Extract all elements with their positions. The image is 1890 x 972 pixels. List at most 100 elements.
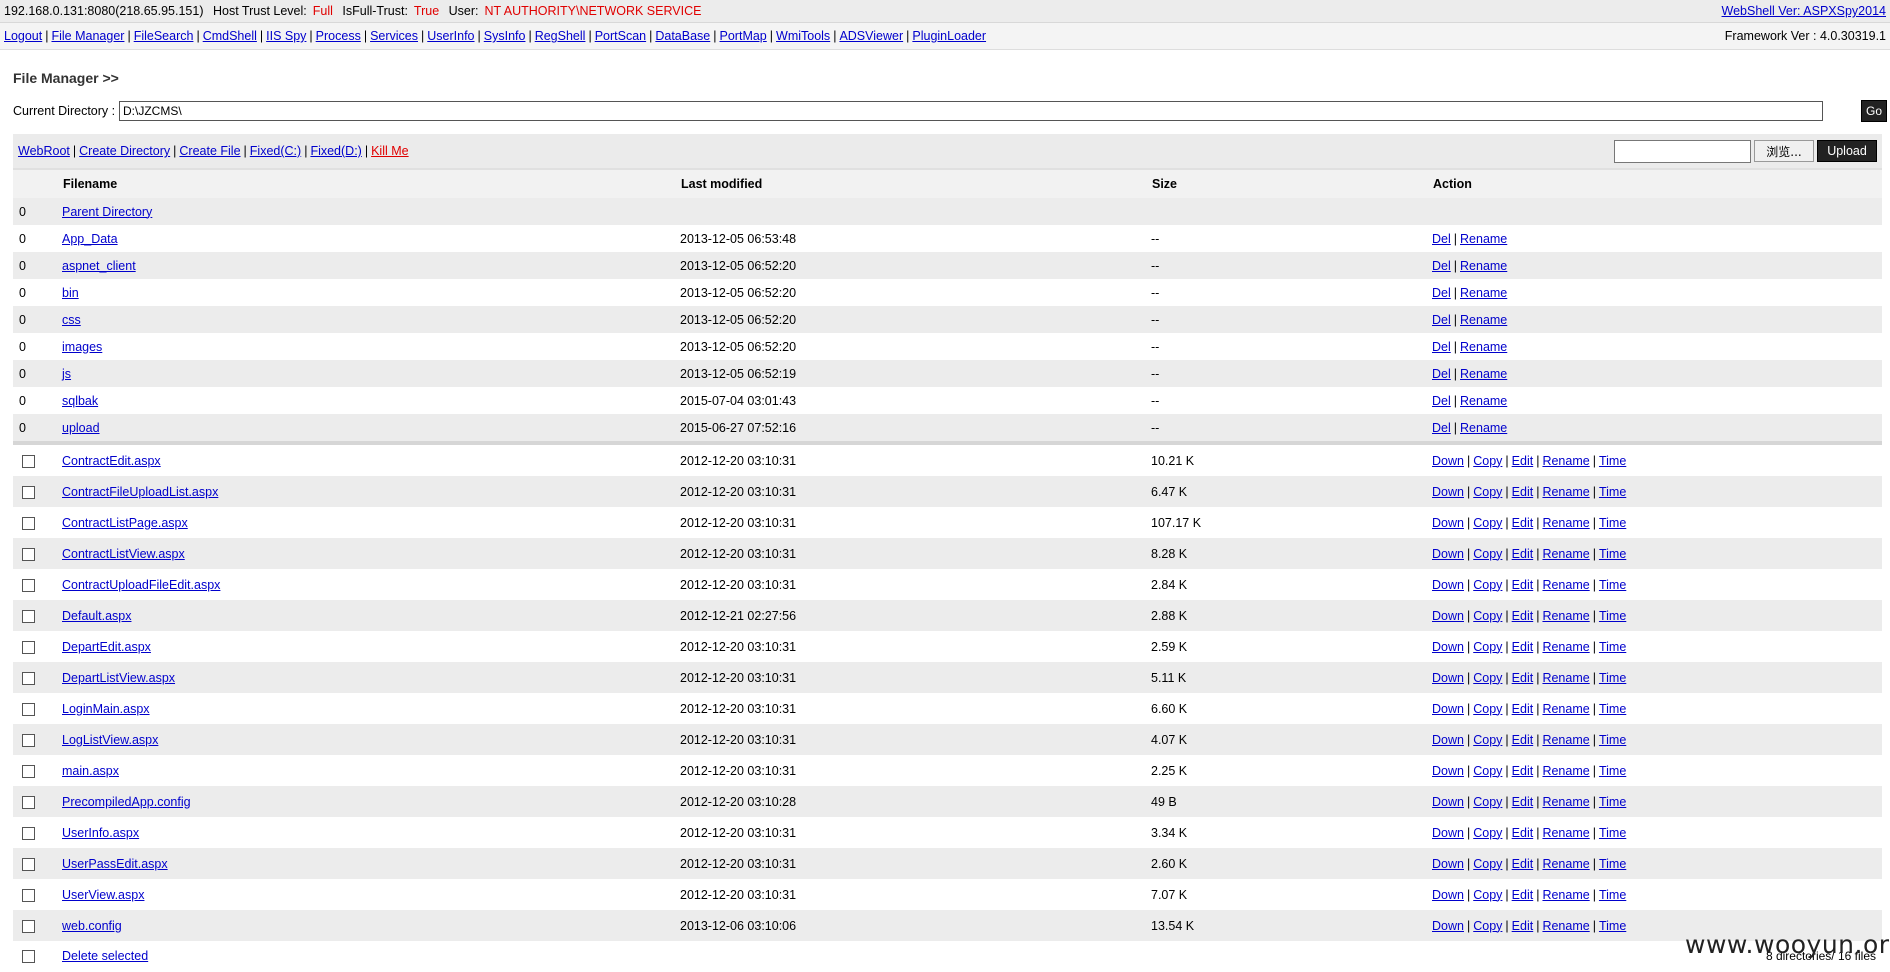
file-action-time[interactable]: Time [1599, 764, 1626, 778]
file-link[interactable]: DepartListView.aspx [62, 671, 175, 685]
file-checkbox[interactable] [22, 454, 35, 468]
file-link[interactable]: ContractListView.aspx [62, 547, 185, 561]
file-action-edit[interactable]: Edit [1512, 578, 1534, 592]
directory-link[interactable]: upload [62, 421, 100, 435]
dir-action-rename[interactable]: Rename [1460, 232, 1507, 246]
file-action-copy[interactable]: Copy [1473, 888, 1502, 902]
file-action-rename[interactable]: Rename [1542, 826, 1589, 840]
file-link[interactable]: LogListView.aspx [62, 733, 158, 747]
dir-action-rename[interactable]: Rename [1460, 340, 1507, 354]
file-action-down[interactable]: Down [1432, 795, 1464, 809]
file-action-copy[interactable]: Copy [1473, 578, 1502, 592]
file-action-edit[interactable]: Edit [1512, 733, 1534, 747]
file-action-down[interactable]: Down [1432, 547, 1464, 561]
file-link[interactable]: main.aspx [62, 764, 119, 778]
file-action-copy[interactable]: Copy [1473, 547, 1502, 561]
directory-link[interactable]: images [62, 340, 102, 354]
directory-link[interactable]: js [62, 367, 71, 381]
file-action-rename[interactable]: Rename [1542, 702, 1589, 716]
file-action-copy[interactable]: Copy [1473, 609, 1502, 623]
file-action-down[interactable]: Down [1432, 919, 1464, 933]
dir-action-del[interactable]: Del [1432, 421, 1451, 435]
file-action-copy[interactable]: Copy [1473, 764, 1502, 778]
file-link[interactable]: LoginMain.aspx [62, 702, 150, 716]
file-action-edit[interactable]: Edit [1512, 609, 1534, 623]
dir-action-del[interactable]: Del [1432, 232, 1451, 246]
file-link[interactable]: UserInfo.aspx [62, 826, 139, 840]
file-action-copy[interactable]: Copy [1473, 516, 1502, 530]
dir-action-del[interactable]: Del [1432, 340, 1451, 354]
dir-action-rename[interactable]: Rename [1460, 286, 1507, 300]
file-action-down[interactable]: Down [1432, 578, 1464, 592]
file-action-copy[interactable]: Copy [1473, 857, 1502, 871]
menu-item-logout[interactable]: Logout [4, 29, 42, 43]
menu-item-wmitools[interactable]: WmiTools [776, 29, 830, 43]
file-link[interactable]: Default.aspx [62, 609, 131, 623]
file-link[interactable]: ContractEdit.aspx [62, 454, 161, 468]
file-action-copy[interactable]: Copy [1473, 485, 1502, 499]
create-file-link[interactable]: Create File [179, 144, 240, 158]
file-action-down[interactable]: Down [1432, 640, 1464, 654]
file-link[interactable]: DepartEdit.aspx [62, 640, 151, 654]
file-action-edit[interactable]: Edit [1512, 485, 1534, 499]
file-action-time[interactable]: Time [1599, 609, 1626, 623]
dir-action-rename[interactable]: Rename [1460, 394, 1507, 408]
file-link[interactable]: ContractListPage.aspx [62, 516, 188, 530]
dir-action-rename[interactable]: Rename [1460, 367, 1507, 381]
file-action-edit[interactable]: Edit [1512, 888, 1534, 902]
file-action-copy[interactable]: Copy [1473, 733, 1502, 747]
file-action-rename[interactable]: Rename [1542, 516, 1589, 530]
file-action-time[interactable]: Time [1599, 733, 1626, 747]
upload-file-path[interactable] [1614, 139, 1751, 163]
create-directory-link[interactable]: Create Directory [79, 144, 170, 158]
file-action-down[interactable]: Down [1432, 485, 1464, 499]
file-action-time[interactable]: Time [1599, 919, 1626, 933]
delete-selected-link[interactable]: Delete selected [62, 949, 148, 963]
directory-link[interactable]: css [62, 313, 81, 327]
file-action-time[interactable]: Time [1599, 795, 1626, 809]
file-action-down[interactable]: Down [1432, 454, 1464, 468]
file-checkbox[interactable] [22, 919, 35, 933]
fixed-d-link[interactable]: Fixed(D:) [310, 144, 361, 158]
file-action-edit[interactable]: Edit [1512, 640, 1534, 654]
file-action-rename[interactable]: Rename [1542, 919, 1589, 933]
file-action-edit[interactable]: Edit [1512, 919, 1534, 933]
file-action-down[interactable]: Down [1432, 733, 1464, 747]
file-action-time[interactable]: Time [1599, 857, 1626, 871]
file-action-edit[interactable]: Edit [1512, 516, 1534, 530]
dir-action-del[interactable]: Del [1432, 394, 1451, 408]
menu-item-userinfo[interactable]: UserInfo [427, 29, 474, 43]
file-action-down[interactable]: Down [1432, 857, 1464, 871]
file-action-time[interactable]: Time [1599, 640, 1626, 654]
directory-link[interactable]: sqlbak [62, 394, 98, 408]
file-action-down[interactable]: Down [1432, 516, 1464, 530]
menu-item-regshell[interactable]: RegShell [535, 29, 586, 43]
file-link[interactable]: UserView.aspx [62, 888, 144, 902]
dir-action-del[interactable]: Del [1432, 259, 1451, 273]
directory-link[interactable]: App_Data [62, 232, 118, 246]
kill-me-link[interactable]: Kill Me [371, 144, 409, 158]
dir-action-del[interactable]: Del [1432, 286, 1451, 300]
file-action-rename[interactable]: Rename [1542, 764, 1589, 778]
file-action-time[interactable]: Time [1599, 485, 1626, 499]
file-action-time[interactable]: Time [1599, 547, 1626, 561]
file-link[interactable]: web.config [62, 919, 122, 933]
file-action-time[interactable]: Time [1599, 671, 1626, 685]
file-action-time[interactable]: Time [1599, 888, 1626, 902]
dir-action-del[interactable]: Del [1432, 313, 1451, 327]
dir-action-rename[interactable]: Rename [1460, 259, 1507, 273]
file-action-rename[interactable]: Rename [1542, 454, 1589, 468]
file-action-down[interactable]: Down [1432, 764, 1464, 778]
file-action-rename[interactable]: Rename [1542, 671, 1589, 685]
file-action-edit[interactable]: Edit [1512, 454, 1534, 468]
go-button[interactable]: Go [1861, 100, 1887, 122]
parent-directory-link[interactable]: Parent Directory [62, 205, 152, 219]
file-link[interactable]: UserPassEdit.aspx [62, 857, 168, 871]
file-action-down[interactable]: Down [1432, 609, 1464, 623]
file-action-time[interactable]: Time [1599, 454, 1626, 468]
file-action-rename[interactable]: Rename [1542, 795, 1589, 809]
file-link[interactable]: ContractUploadFileEdit.aspx [62, 578, 220, 592]
file-link[interactable]: ContractFileUploadList.aspx [62, 485, 218, 499]
current-directory-input[interactable] [119, 101, 1823, 121]
select-all-checkbox[interactable] [22, 950, 35, 964]
